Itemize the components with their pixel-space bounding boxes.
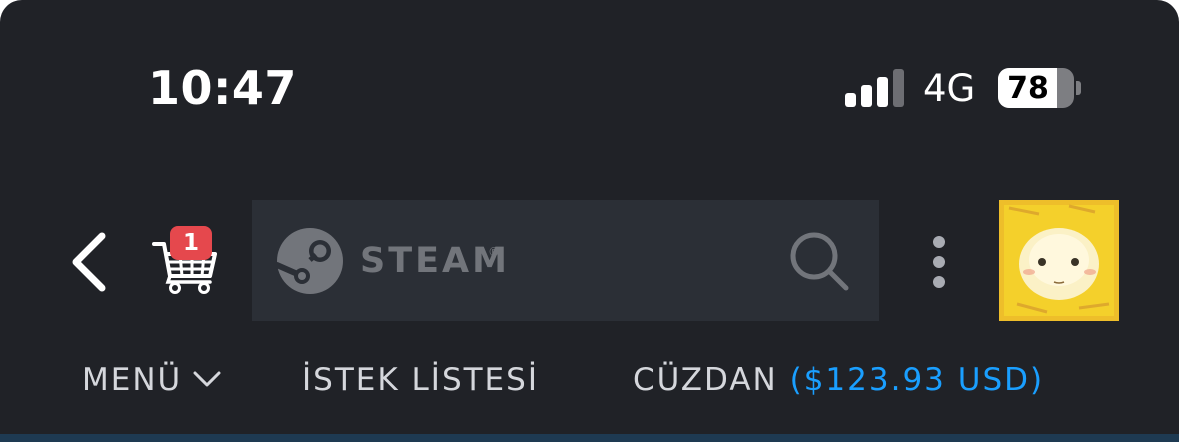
battery-icon: 78	[998, 68, 1082, 108]
search-bar[interactable]: STEAM ®	[252, 200, 879, 321]
avatar-image	[999, 200, 1119, 321]
steam-logo-icon	[276, 228, 343, 294]
status-time: 10:47	[148, 61, 297, 115]
battery-tip	[1076, 81, 1081, 95]
registered-mark: ®	[488, 245, 500, 259]
signal-bar	[893, 69, 904, 107]
signal-bar	[845, 93, 856, 107]
dot	[933, 256, 945, 268]
battery-body: 78	[998, 68, 1074, 108]
more-options-button[interactable]	[922, 232, 956, 292]
content-top-edge	[0, 434, 1179, 442]
chevron-down-icon	[193, 371, 221, 386]
steam-mobile-header: 10:47 4G 78 1 STEAM ® MENÜ İSTEK LİSTESİ…	[0, 0, 1179, 442]
cellular-signal-icon	[845, 69, 905, 107]
menu-label: MENÜ	[82, 362, 183, 398]
wallet-label: CÜZDAN	[633, 362, 778, 398]
battery-level: 78	[1007, 71, 1049, 106]
wallet-balance: ($123.93 USD)	[789, 362, 1045, 398]
network-type: 4G	[923, 67, 976, 110]
dot	[933, 236, 945, 248]
signal-bar	[861, 85, 872, 107]
wishlist-link[interactable]: İSTEK LİSTESİ	[302, 358, 539, 402]
signal-bar	[877, 77, 888, 107]
menu-dropdown[interactable]: MENÜ	[82, 358, 222, 402]
cart-button[interactable]: 1	[152, 222, 224, 298]
back-button[interactable]	[64, 228, 116, 296]
wallet-link[interactable]: CÜZDAN ($123.93 USD)	[633, 358, 1044, 402]
user-avatar[interactable]	[999, 200, 1119, 321]
dot	[933, 276, 945, 288]
cart-count-badge: 1	[170, 226, 212, 260]
chevron-left-icon	[72, 232, 106, 292]
magnifier-icon[interactable]	[786, 228, 852, 294]
